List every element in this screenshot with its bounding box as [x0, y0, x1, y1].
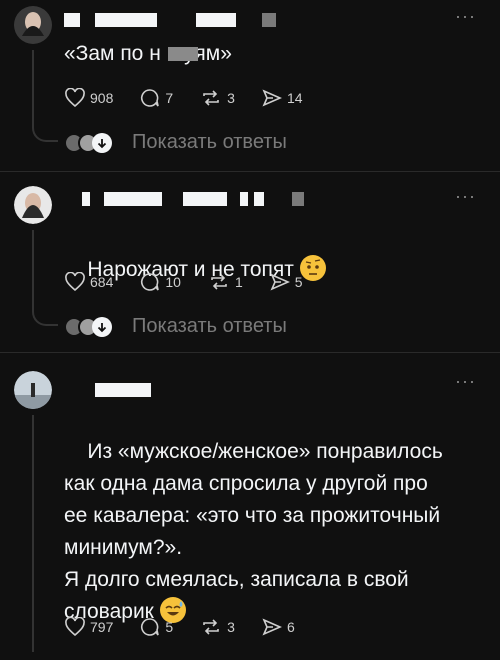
heart-icon: [65, 88, 85, 108]
share-icon: [262, 89, 282, 107]
redacted-username: [95, 383, 151, 397]
show-replies-label: Показать ответы: [132, 131, 287, 153]
avatar[interactable]: [14, 186, 52, 224]
redacted-username: [240, 192, 248, 206]
comment-button[interactable]: 7: [139, 88, 173, 108]
like-button[interactable]: 684: [64, 272, 113, 292]
comment-count: 10: [165, 274, 181, 290]
redacted-username: [95, 13, 157, 27]
comment-count: 7: [165, 90, 174, 106]
more-icon[interactable]: ···: [455, 371, 476, 392]
show-replies-label: Показать ответы: [132, 315, 287, 337]
repost-count: 3: [227, 90, 235, 106]
comment-count: 5: [165, 619, 174, 635]
share-count: 6: [286, 619, 295, 635]
redacted-username: [64, 13, 80, 27]
redacted-timestamp: [262, 13, 276, 27]
like-button[interactable]: 797: [64, 617, 113, 637]
comment-icon: [141, 618, 160, 636]
more-icon[interactable]: ···: [455, 6, 476, 27]
heart-icon: [65, 617, 85, 637]
repost-icon: [203, 619, 219, 635]
share-count: 14: [286, 90, 303, 106]
arrow-down-icon: [92, 316, 112, 337]
post-3: ··· Из «мужское/женское» понравилось как…: [0, 353, 500, 652]
redacted-username: [104, 192, 162, 206]
post-actions: 684 10 1 5: [64, 270, 329, 294]
more-icon[interactable]: ···: [455, 186, 476, 207]
share-count: 5: [294, 274, 303, 290]
redacted-username: [82, 192, 90, 206]
post-actions: 908 7 3 14: [64, 86, 329, 110]
comment-button[interactable]: 10: [139, 272, 181, 292]
share-icon: [270, 273, 290, 291]
like-button[interactable]: 908: [64, 88, 113, 108]
repost-button[interactable]: 3: [199, 88, 235, 108]
like-count: 684: [90, 274, 114, 290]
avatar[interactable]: [14, 371, 52, 409]
share-button[interactable]: 14: [261, 88, 303, 108]
post-text: «Зам по н уям»: [64, 42, 232, 65]
thread-curve: [32, 308, 58, 326]
redacted-username: [254, 192, 264, 206]
redacted-username: [196, 13, 236, 27]
thread-line: [32, 415, 34, 652]
redacted-word: [168, 47, 198, 61]
heart-icon: [65, 272, 85, 292]
thread-line: [32, 230, 34, 308]
repost-icon: [211, 274, 227, 290]
repost-count: 1: [234, 274, 243, 290]
redacted-username: [183, 192, 227, 206]
redacted-timestamp: [292, 192, 304, 206]
comment-icon: [141, 273, 160, 291]
repost-button[interactable]: 3: [199, 617, 235, 637]
show-replies[interactable]: Показать ответы: [64, 315, 287, 338]
repost-count: 3: [227, 619, 235, 635]
like-count: 908: [90, 90, 114, 106]
like-count: 797: [90, 619, 114, 635]
comment-button[interactable]: 5: [139, 617, 173, 637]
post-text-content: Из «мужское/женское» понравилось как одн…: [64, 440, 443, 623]
repost-icon: [203, 90, 219, 106]
post-1: ··· «Зам по н уям» 908 7 3 14 Показать о…: [0, 0, 500, 170]
post-2: ··· Нарожают и не топят 684 10 1 5 Показ…: [0, 172, 500, 352]
arrow-down-icon: [92, 132, 112, 153]
thread-line: [32, 50, 34, 124]
thread-curve: [32, 124, 58, 142]
share-icon: [262, 618, 282, 636]
post-actions: 797 5 3 6: [64, 615, 321, 639]
repost-button[interactable]: 1: [207, 272, 243, 292]
show-replies[interactable]: Показать ответы: [64, 131, 287, 154]
share-button[interactable]: 6: [261, 617, 295, 637]
avatar[interactable]: [14, 6, 52, 44]
share-button[interactable]: 5: [269, 272, 303, 292]
comment-icon: [141, 89, 160, 107]
